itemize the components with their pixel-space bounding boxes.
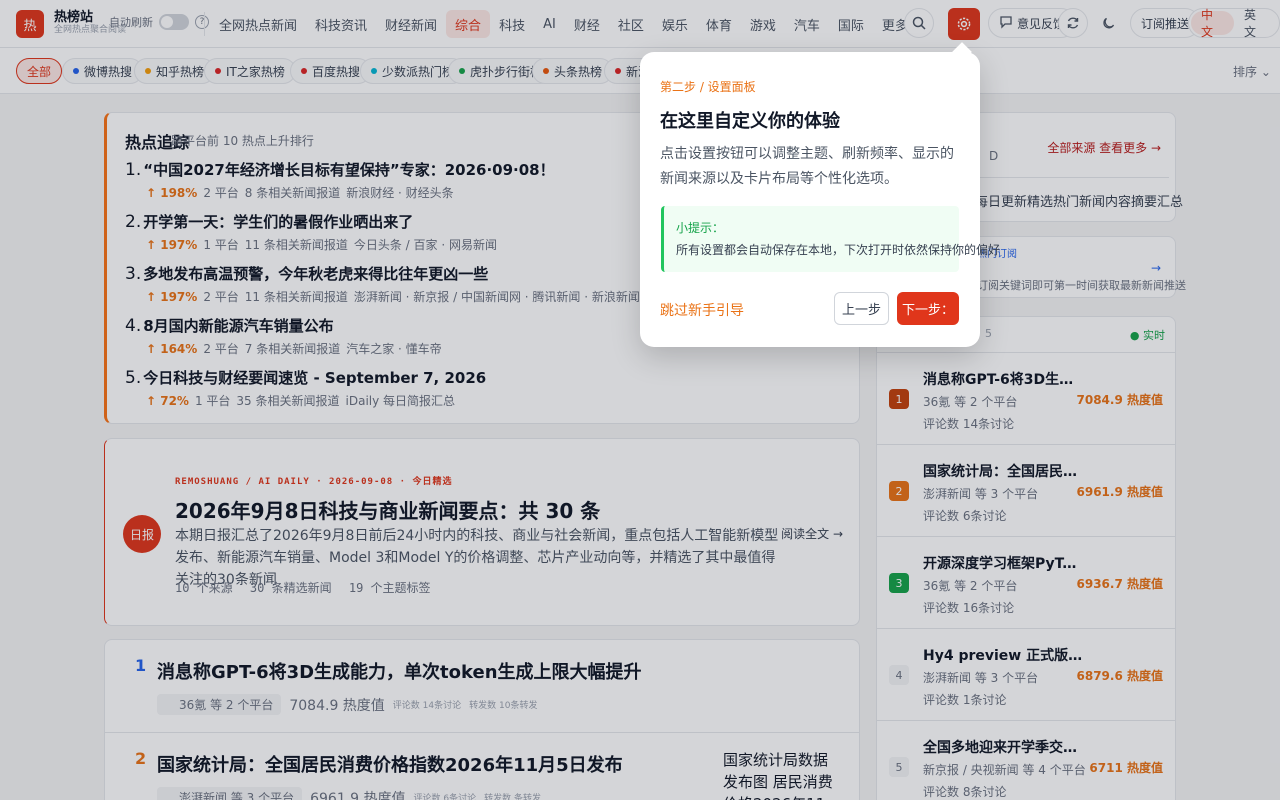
previous-step-button[interactable]: 上一步	[834, 292, 889, 325]
onboarding-popover: 第二步 / 设置面板 在这里自定义你的体验 点击设置按钮可以调整主题、刷新频率、…	[640, 52, 1000, 347]
next-step-button[interactable]: 下一步：	[897, 292, 959, 325]
onboarding-title: 在这里自定义你的体验	[660, 111, 840, 132]
onboarding-description: 点击设置按钮可以调整主题、刷新频率、显示的新闻来源以及卡片布局等个性化选项。	[660, 146, 954, 187]
tip-title: 小提示：	[676, 221, 725, 235]
onboarding-tip: 小提示： 所有设置都会自动保存在本地，下次打开时依然保持你的偏好	[661, 206, 1000, 272]
onboarding-step: 第二步 / 设置面板	[660, 80, 756, 94]
tip-body: 所有设置都会自动保存在本地，下次打开时依然保持你的偏好	[676, 243, 1001, 257]
skip-tour-link[interactable]: 跳过新手引导	[660, 300, 744, 320]
